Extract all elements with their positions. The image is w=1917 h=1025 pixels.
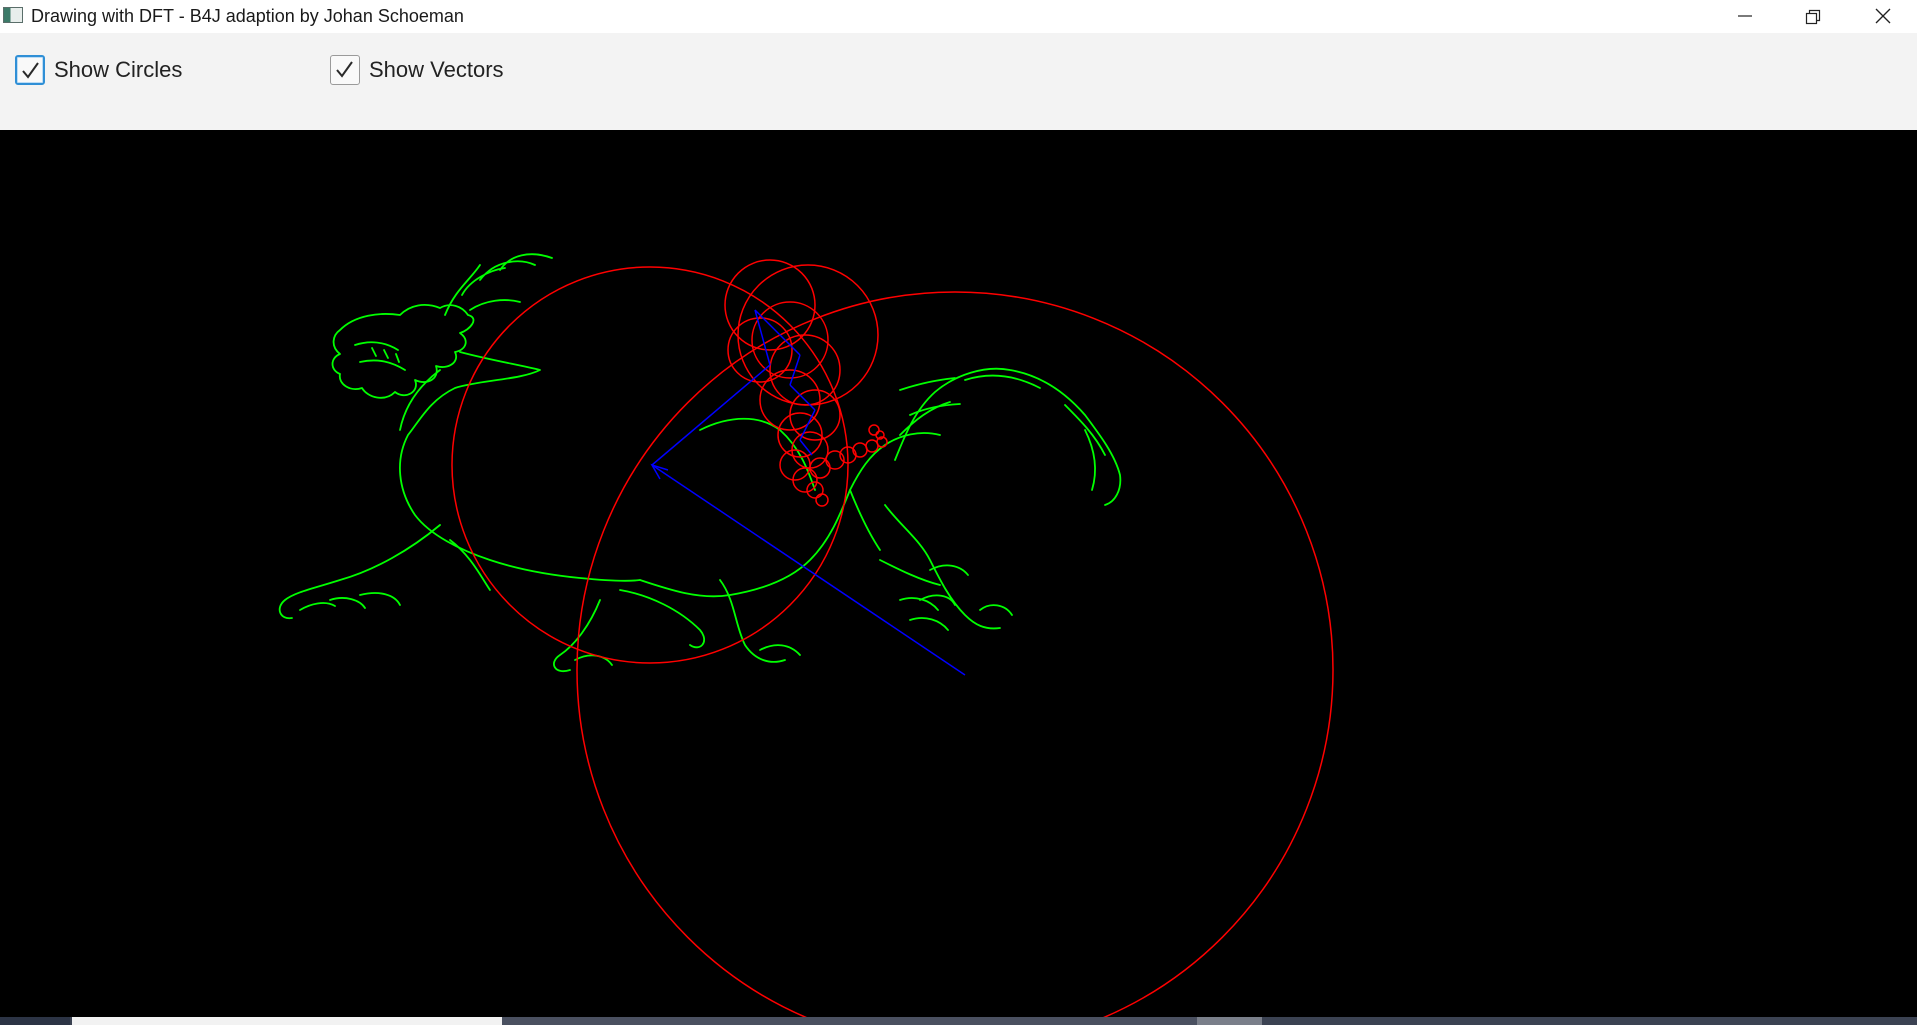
show-vectors-box[interactable]	[330, 55, 360, 85]
title-bar[interactable]: Drawing with DFT - B4J adaption by Johan…	[0, 0, 1917, 33]
dragon-drawing	[278, 253, 1122, 673]
close-button[interactable]	[1848, 0, 1917, 33]
drawing-canvas[interactable]	[0, 130, 1917, 1017]
show-vectors-checkbox[interactable]: Show Vectors	[330, 55, 504, 85]
taskbar-segment	[502, 1017, 1197, 1025]
checkmark-icon	[336, 61, 353, 78]
dft-canvas-svg	[278, 253, 1334, 1017]
taskbar-segment	[1197, 1017, 1262, 1025]
circle-medium	[451, 266, 849, 664]
vector-1	[651, 464, 966, 676]
minimize-icon	[1738, 15, 1752, 17]
vector-6	[789, 384, 816, 411]
checkmark-icon	[22, 62, 39, 79]
options-toolbar: Show Circles Show Vectors	[0, 33, 1917, 130]
window-title: Drawing with DFT - B4J adaption by Johan…	[31, 6, 464, 26]
minimize-button[interactable]	[1710, 0, 1780, 33]
circle-epicycle	[865, 439, 879, 453]
circle-epicycle	[815, 493, 829, 507]
show-circles-label: Show Circles	[54, 57, 183, 82]
app-window: Drawing with DFT - B4J adaption by Johan…	[0, 0, 1917, 1025]
show-vectors-label: Show Vectors	[369, 57, 504, 82]
restore-button[interactable]	[1778, 0, 1848, 33]
vector-8	[799, 439, 813, 456]
taskbar-strip	[0, 1017, 1917, 1025]
vector-2	[651, 364, 771, 466]
close-icon	[1875, 8, 1891, 24]
taskbar-segment	[0, 1017, 70, 1025]
circle-epicycle	[724, 259, 816, 351]
app-window-icon	[3, 7, 23, 23]
taskbar-segment	[72, 1017, 502, 1025]
fourier-vectors	[650, 309, 966, 676]
circle-large	[576, 291, 1334, 1017]
restore-icon	[1805, 9, 1821, 25]
circle-epicycle	[868, 424, 880, 436]
show-circles-checkbox[interactable]: Show Circles	[15, 55, 182, 85]
show-circles-box[interactable]	[15, 55, 45, 85]
epicycle-circles	[451, 259, 1334, 1017]
